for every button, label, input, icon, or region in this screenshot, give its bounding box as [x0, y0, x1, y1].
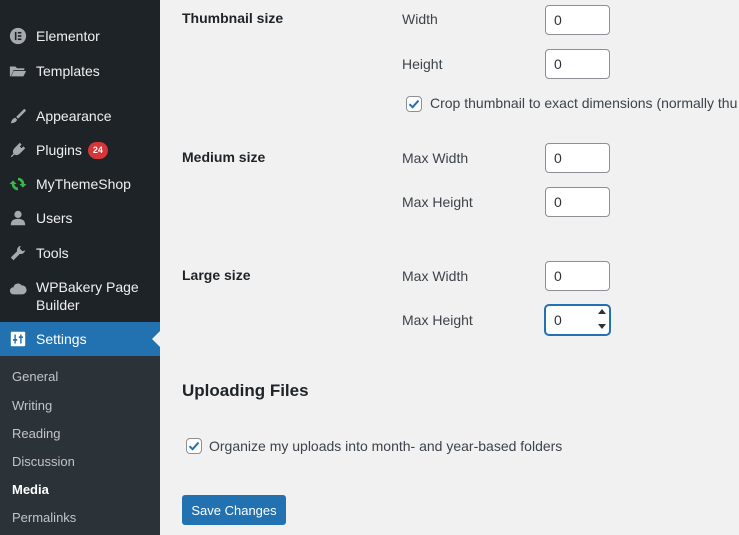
sidebar-item-mythemeshop[interactable]: MyThemeShop — [0, 173, 160, 195]
sidebar-item-label: Appearance — [36, 108, 112, 124]
checkmark-icon — [188, 441, 200, 451]
thumbnail-width-label: Width — [402, 11, 438, 27]
admin-sidebar: Elementor Templates Appearance Plugins 2… — [0, 0, 160, 535]
submenu-item-writing[interactable]: Writing — [12, 398, 52, 413]
organize-uploads-checkbox[interactable] — [186, 438, 202, 454]
crop-thumbnail-label: Crop thumbnail to exact dimensions (norm… — [430, 95, 738, 111]
spinner-down-icon[interactable] — [598, 324, 606, 329]
medium-size-heading: Medium size — [182, 149, 266, 165]
submenu-item-media[interactable]: Media — [12, 482, 49, 497]
medium-max-height-input[interactable] — [545, 187, 610, 217]
organize-uploads-label: Organize my uploads into month- and year… — [209, 438, 563, 454]
medium-max-height-label: Max Height — [402, 194, 473, 210]
paintbrush-icon — [8, 106, 28, 126]
sidebar-item-label: Templates — [36, 63, 100, 79]
thumbnail-height-label: Height — [402, 56, 443, 72]
sidebar-item-users[interactable]: Users — [0, 207, 160, 229]
sidebar-item-label: Plugins — [36, 142, 82, 158]
refresh-icon — [8, 174, 28, 194]
sidebar-item-settings[interactable]: Settings — [0, 322, 160, 356]
sidebar-item-label: Users — [36, 210, 73, 226]
elementor-icon — [8, 26, 28, 46]
large-size-heading: Large size — [182, 267, 251, 283]
uploading-files-heading: Uploading Files — [182, 381, 309, 400]
save-changes-button[interactable]: Save Changes — [182, 495, 286, 525]
settings-submenu: General Writing Reading Discussion Media… — [0, 356, 160, 535]
plugin-update-count-badge: 24 — [87, 141, 108, 159]
wrench-icon — [8, 243, 28, 263]
submenu-item-permalinks[interactable]: Permalinks — [12, 510, 76, 525]
thumbnail-size-heading: Thumbnail size — [182, 10, 284, 26]
sidebar-item-plugins[interactable]: Plugins 24 — [0, 139, 160, 161]
large-max-height-label: Max Height — [402, 312, 473, 328]
submenu-item-reading[interactable]: Reading — [12, 426, 60, 441]
thumbnail-height-input[interactable] — [545, 49, 610, 79]
checkmark-icon — [408, 99, 420, 109]
plugin-icon — [8, 140, 28, 160]
user-icon — [8, 208, 28, 228]
sidebar-item-tools[interactable]: Tools — [0, 242, 160, 264]
sidebar-item-appearance[interactable]: Appearance — [0, 105, 160, 127]
settings-sliders-icon — [8, 329, 28, 349]
sidebar-item-templates[interactable]: Templates — [0, 60, 160, 82]
sidebar-item-label: WPBakery Page Builder — [36, 278, 139, 314]
sidebar-item-label: Tools — [36, 245, 69, 261]
medium-max-width-input[interactable] — [545, 143, 610, 173]
cloud-icon — [8, 279, 28, 299]
number-spinner[interactable] — [598, 309, 606, 329]
sidebar-item-label: Settings — [36, 331, 87, 347]
large-max-width-label: Max Width — [402, 268, 469, 284]
sidebar-item-label-line2: Builder — [36, 297, 80, 313]
sidebar-item-label: Elementor — [36, 28, 100, 44]
spinner-up-icon[interactable] — [598, 309, 606, 314]
submenu-item-discussion[interactable]: Discussion — [12, 454, 75, 469]
large-max-height-stepper — [545, 305, 610, 335]
sidebar-item-elementor[interactable]: Elementor — [0, 25, 160, 47]
sidebar-item-wpbakery[interactable]: WPBakery Page Builder — [0, 278, 160, 314]
crop-thumbnail-checkbox[interactable] — [406, 96, 422, 112]
medium-max-width-label: Max Width — [402, 150, 469, 166]
folder-icon — [8, 61, 28, 81]
thumbnail-width-input[interactable] — [545, 5, 610, 35]
sidebar-item-label-line1: WPBakery Page — [36, 279, 139, 295]
large-max-width-input[interactable] — [545, 261, 610, 291]
active-menu-arrow — [152, 331, 160, 347]
submenu-item-general[interactable]: General — [12, 369, 58, 384]
sidebar-item-label: MyThemeShop — [36, 176, 131, 192]
